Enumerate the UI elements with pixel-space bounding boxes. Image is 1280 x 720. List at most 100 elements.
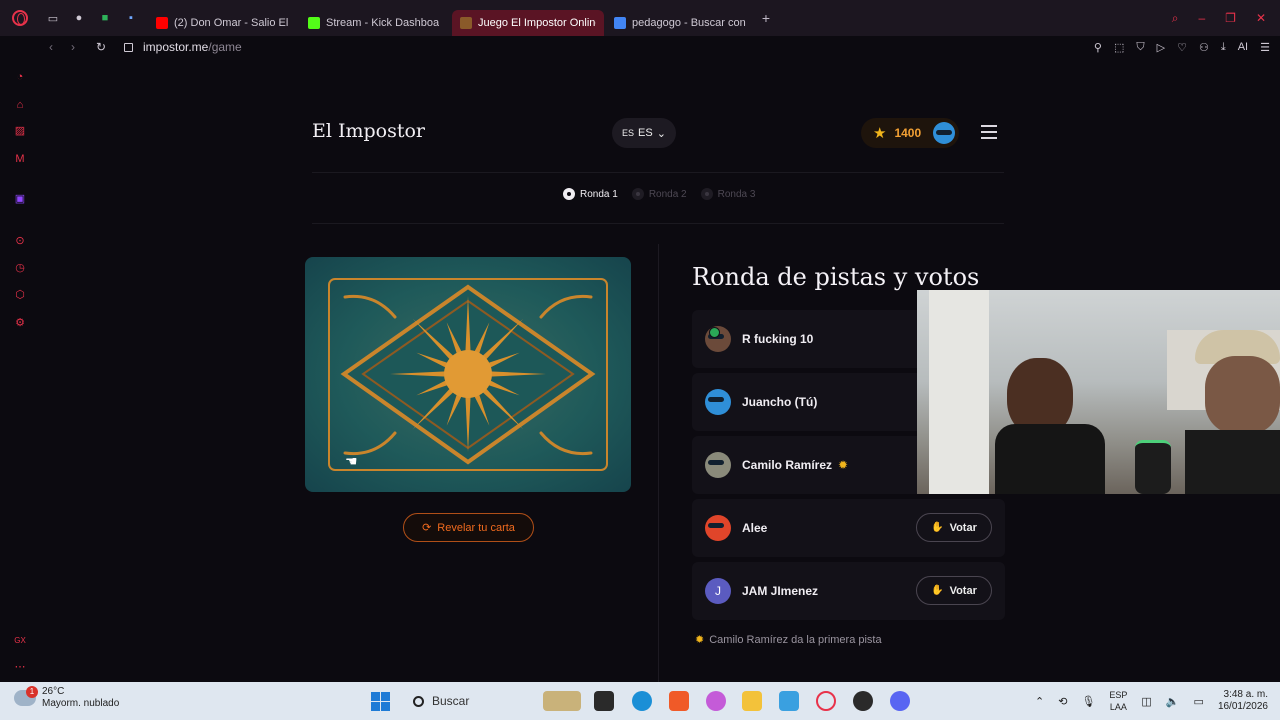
ai-button[interactable]: AI: [1238, 41, 1248, 53]
column-divider: [658, 244, 659, 682]
lang-top: ESP: [1109, 690, 1128, 700]
user-avatar[interactable]: [933, 122, 955, 144]
discord-icon[interactable]: [890, 691, 910, 711]
tab-favicon-icon: [460, 17, 472, 29]
pinned-tab-17[interactable]: ▪: [118, 0, 144, 36]
search-highlight-icon[interactable]: [543, 691, 581, 711]
task-view-icon[interactable]: [594, 691, 614, 711]
sidebar-settings-icon[interactable]: ⚙: [13, 316, 27, 330]
sidebar-more-icon[interactable]: ⋯: [13, 660, 27, 674]
sidebar-history-icon[interactable]: ◷: [13, 261, 27, 275]
url-path: /game: [208, 40, 242, 54]
webcam-overlay: [917, 290, 1280, 494]
edge-icon[interactable]: [632, 691, 652, 711]
clock-time: 3:48 a. m.: [1223, 689, 1268, 700]
ready-check-icon: [709, 327, 720, 338]
language-selector[interactable]: ES ES ⌄: [612, 118, 676, 148]
player-avatar: J: [705, 578, 731, 604]
sidebar-workspace-icon[interactable]: ⌂: [13, 98, 27, 112]
section-title: Ronda de pistas y votos: [692, 263, 980, 291]
back-button[interactable]: ‹: [40, 40, 62, 54]
microphone-icon[interactable]: 🎙: [1081, 695, 1095, 708]
tab-islands-icon[interactable]: ▭: [40, 0, 66, 36]
forward-button[interactable]: ›: [62, 40, 84, 54]
sidebar-m-icon[interactable]: M: [13, 152, 27, 166]
round-label: Ronda 1: [580, 188, 618, 200]
browser-tab[interactable]: Juego El Impostor Online: [452, 10, 604, 36]
copilot-icon[interactable]: [706, 691, 726, 711]
lang-bottom: LAA: [1109, 702, 1127, 712]
reload-button[interactable]: ↻: [90, 40, 112, 54]
round-tracker: Ronda 1 Ronda 2 Ronda 3: [563, 188, 755, 200]
account-icon[interactable]: ⚇: [1199, 41, 1209, 54]
sidebar-player-icon[interactable]: ⊙: [13, 234, 27, 248]
brave-icon[interactable]: [669, 691, 689, 711]
pin-icon[interactable]: ⚲: [1094, 41, 1102, 54]
address-bar-row: ‹ › ↻ impostor.me/game ⚲ ⬚ ⛉ ▷ ♡ ⚇ ⤓ AI …: [0, 36, 1280, 58]
coin-count: 1400: [894, 126, 922, 140]
flow-icon[interactable]: ▷: [1157, 41, 1165, 54]
heart-icon[interactable]: ♡: [1177, 41, 1187, 54]
system-tray: ⌃ ⟲ 🎙 ESP LAA ◫ 🔈 ▭ 3:48 a. m. 16/01/2026: [1035, 686, 1268, 716]
reveal-card-button[interactable]: ⟳ Revelar tu carta: [403, 513, 534, 542]
close-window-button[interactable]: ✕: [1256, 11, 1266, 25]
opera-menu-button[interactable]: [0, 0, 40, 36]
hint-message: ✹ Camilo Ramírez da la primera pista: [695, 633, 882, 647]
tab-favicon-icon: [308, 17, 320, 29]
shield-icon[interactable]: ⛉: [1136, 41, 1144, 54]
browser-tab[interactable]: Stream - Kick Dashboa: [300, 10, 450, 36]
obs-icon[interactable]: [853, 691, 873, 711]
browser-tab[interactable]: pedagogo - Buscar con Go: [606, 10, 756, 36]
sidebar-gx-icon[interactable]: GX: [13, 634, 27, 648]
sidebar-extensions-icon[interactable]: ⬡: [13, 288, 27, 302]
opera-taskbar-icon[interactable]: [816, 691, 836, 711]
chevron-down-icon: ⌄: [656, 127, 666, 140]
opera-sidebar: ◔ ⌂ ▨ M ▣ ⊙ ◷ ⬡ ⚙ GX ⋯: [0, 58, 40, 682]
player-name: R fucking 10: [742, 332, 814, 346]
app-icon[interactable]: [779, 691, 799, 711]
sidebar-speed-dial-icon[interactable]: ◔: [13, 70, 27, 84]
snapshot-icon[interactable]: ⬚: [1114, 41, 1124, 54]
start-button[interactable]: [371, 692, 390, 711]
sidebar-twitch-icon[interactable]: ▣: [13, 192, 27, 206]
tab-search-icon[interactable]: ⌕: [1172, 11, 1179, 26]
vote-button[interactable]: ✋ Votar: [916, 576, 992, 605]
pinned-tab-sheets[interactable]: ■: [92, 0, 118, 36]
pinned-tab-1[interactable]: ●: [66, 0, 92, 36]
weather-temp: 26°C: [42, 686, 65, 697]
flag-icon: ES: [622, 128, 635, 138]
round-step: Ronda 2: [631, 188, 687, 200]
divider: [312, 172, 1004, 173]
easy-setup-icon[interactable]: ☰: [1260, 41, 1270, 54]
site-title[interactable]: El Impostor: [312, 120, 425, 142]
minimize-button[interactable]: –: [1198, 11, 1205, 25]
volume-icon[interactable]: 🔈: [1166, 695, 1180, 708]
input-language[interactable]: ESP LAA: [1109, 689, 1127, 713]
refresh-icon: ⟳: [422, 522, 432, 534]
clock[interactable]: 3:48 a. m. 16/01/2026: [1218, 689, 1268, 713]
download-icon[interactable]: ⤓: [1221, 41, 1226, 54]
weather-widget[interactable]: 1 26°C Mayorm. nublado: [14, 686, 119, 710]
browser-tab[interactable]: (2) Don Omar - Salio El: [148, 10, 298, 36]
restore-button[interactable]: ❐: [1225, 11, 1236, 25]
vote-button[interactable]: ✋ Votar: [916, 513, 992, 542]
url-field[interactable]: impostor.me/game: [143, 40, 242, 54]
menu-icon[interactable]: [981, 125, 997, 139]
sync-icon[interactable]: ⟲: [1058, 695, 1067, 708]
vote-label: Votar: [949, 584, 977, 597]
round-step: Ronda 1: [563, 188, 618, 200]
sidebar-notes-icon[interactable]: ▨: [13, 124, 27, 138]
player-avatar: [705, 389, 731, 415]
divider: [312, 223, 1004, 224]
battery-icon[interactable]: ▭: [1194, 695, 1204, 708]
player-row: Alee ✋ Votar: [692, 499, 1005, 557]
tab-label: (2) Don Omar - Salio El: [174, 17, 289, 29]
round-step: Ronda 3: [700, 188, 755, 200]
new-tab-button[interactable]: +: [756, 10, 776, 26]
reveal-card-label: Revelar tu carta: [437, 521, 515, 534]
chevron-up-icon[interactable]: ⌃: [1035, 695, 1044, 708]
coins-badge[interactable]: ★ 1400: [861, 118, 959, 148]
wifi-icon[interactable]: ◫: [1141, 695, 1151, 708]
file-explorer-icon[interactable]: [742, 691, 762, 711]
opera-logo-icon: [12, 10, 28, 26]
